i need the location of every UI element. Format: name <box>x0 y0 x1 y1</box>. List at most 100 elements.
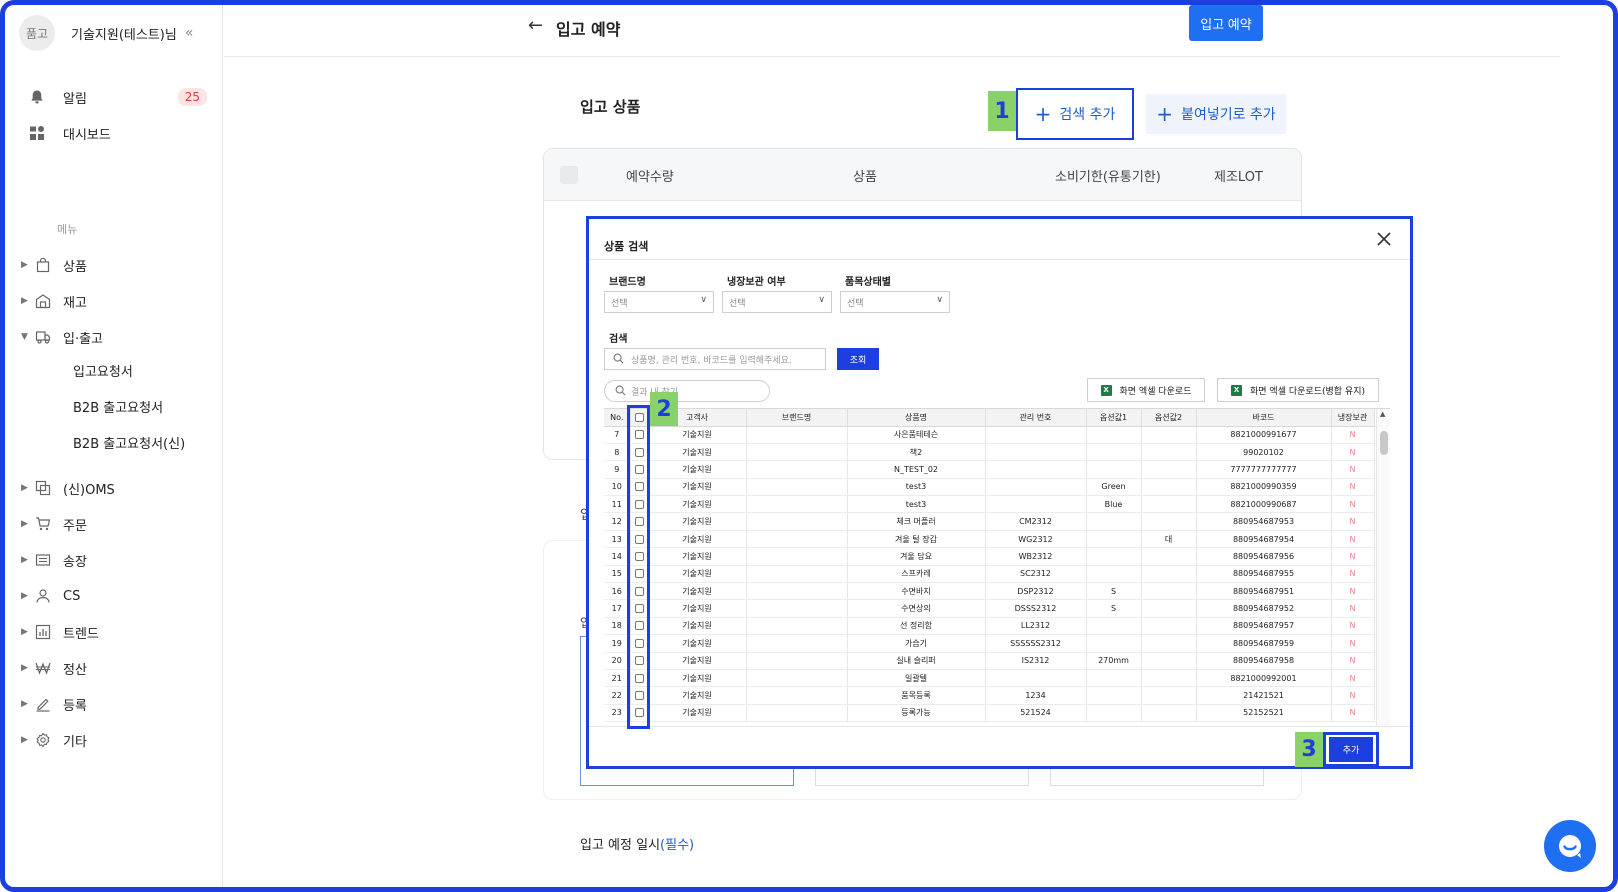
sidebar-item-register[interactable]: ▶ 등록 <box>21 686 211 722</box>
paste-add-button[interactable]: + 붙여넣기로 추가 <box>1146 94 1286 134</box>
back-arrow-icon[interactable]: ← <box>528 15 543 36</box>
row-select-cell[interactable] <box>630 652 649 670</box>
row-checkbox[interactable] <box>634 464 644 474</box>
row-select-cell[interactable] <box>630 547 649 566</box>
row-checkbox[interactable] <box>634 551 644 561</box>
table-row[interactable]: 18 기술지원 선 정리함 LL2312 880954687957 N <box>604 617 1375 636</box>
row-checkbox[interactable] <box>634 499 644 509</box>
row-checkbox[interactable] <box>634 534 644 544</box>
row-select-cell[interactable] <box>630 617 649 636</box>
sidebar-item-products[interactable]: ▶ 상품 <box>21 247 211 283</box>
nav-item-dashboard[interactable]: 대시보드 <box>27 115 207 151</box>
chat-button[interactable] <box>1544 820 1596 872</box>
cell-client: 기술지원 <box>648 443 747 462</box>
table-row[interactable]: 22 기술지원 품목등록 1234 21421521 N <box>604 686 1375 705</box>
search-add-label: 검색 추가 <box>1059 107 1116 123</box>
table-row[interactable]: 9 기술지원 N_TEST_02 7777777777777 N <box>604 460 1375 479</box>
table-row[interactable]: 10 기술지원 test3 Green 8821000990359 N <box>604 478 1375 497</box>
table-row[interactable]: 14 기술지원 겨울 담요 WB2312 880954687956 N <box>604 547 1375 566</box>
inbound-reservation-button[interactable]: 입고 예약 <box>1189 5 1263 41</box>
table-row[interactable]: 17 기술지원 수면상의 DSSS2312 S 880954687952 N <box>604 599 1375 618</box>
row-checkbox[interactable] <box>634 569 644 579</box>
table-row[interactable]: 16 기술지원 수면바지 DSP2312 S 880954687951 N <box>604 582 1375 601</box>
sidebar-item-orders[interactable]: ▶ 주문 <box>21 506 211 542</box>
add-button[interactable]: 추가 <box>1329 737 1373 762</box>
cell-brand <box>746 617 848 636</box>
table-row[interactable]: 11 기술지원 test3 Blue 8821000990687 N <box>604 495 1375 514</box>
vertical-scrollbar[interactable]: ▲ <box>1376 409 1390 726</box>
row-checkbox[interactable] <box>634 708 644 718</box>
row-checkbox[interactable] <box>634 691 644 701</box>
sidebar-item-oms[interactable]: ▶ (신)OMS <box>21 470 211 506</box>
table-row[interactable]: 8 기술지원 책2 99020102 N <box>604 443 1375 462</box>
row-select-cell[interactable] <box>630 704 649 723</box>
cell-no: 23 <box>604 704 631 723</box>
modal-title: 상품 검색 <box>604 240 649 253</box>
page-title: 입고 예약 <box>556 20 621 39</box>
collapse-sidebar-icon[interactable]: « <box>185 25 194 41</box>
sidebar-item-trend[interactable]: ▶ 트렌드 <box>21 614 211 650</box>
select-all-cell[interactable] <box>630 409 649 427</box>
row-checkbox[interactable] <box>634 482 644 492</box>
row-checkbox[interactable] <box>634 673 644 683</box>
excel-download-merged-button[interactable]: X 화면 엑셀 다운로드(병합 유지) <box>1217 378 1379 402</box>
row-select-cell[interactable] <box>630 495 649 514</box>
search-add-button[interactable]: + 검색 추가 <box>1016 88 1134 140</box>
excel-download-button[interactable]: X 화면 엑셀 다운로드 <box>1087 378 1205 402</box>
table-row[interactable]: 20 기술지원 실내 슬리퍼 IS2312 270mm 880954687958 N <box>604 652 1375 670</box>
table-row[interactable]: 19 기술지원 가습기 SSSSSS2312 880954687959 N <box>604 634 1375 653</box>
table-row[interactable]: 15 기술지원 스프카레 SC2312 880954687955 N <box>604 565 1375 584</box>
search-input[interactable]: 상품명, 관리 번호, 바코드를 입력해주세요. <box>604 348 826 370</box>
sidebar-item-inventory[interactable]: ▶ 재고 <box>21 283 211 319</box>
row-select-cell[interactable] <box>630 634 649 653</box>
cell-opt2 <box>1141 599 1197 618</box>
row-checkbox[interactable] <box>634 621 644 631</box>
cell-code <box>985 669 1087 688</box>
brand-select[interactable]: 선택 ∨ <box>604 291 714 313</box>
result-filter-input[interactable]: 결과 내 찾기 <box>604 380 770 402</box>
sidebar-subitem-inbound-request[interactable]: 입고요청서 <box>21 355 211 391</box>
row-select-cell[interactable] <box>630 512 649 531</box>
row-checkbox[interactable] <box>634 447 644 457</box>
select-all-checkbox[interactable] <box>634 412 644 422</box>
sidebar-item-inbound-outbound[interactable]: ▼ 입·출고 <box>21 319 211 355</box>
table-row[interactable]: 13 기술지원 겨울 털 장갑 WG2312 대 880954687954 N <box>604 530 1375 549</box>
row-select-cell[interactable] <box>630 443 649 462</box>
row-select-cell[interactable] <box>630 686 649 705</box>
row-select-cell[interactable] <box>630 565 649 584</box>
sidebar-item-cs[interactable]: ▶ CS <box>21 578 211 614</box>
sidebar-subitem-b2b-outbound-new[interactable]: B2B 출고요청서(신) <box>21 427 211 463</box>
query-button[interactable]: 조회 <box>837 348 879 370</box>
table-row[interactable]: 12 기술지원 체크 머플러 CM2312 880954687953 N <box>604 512 1375 531</box>
avatar[interactable]: 품고 <box>19 15 55 51</box>
table-row[interactable]: 23 기술지원 등록가능 521524 52152521 N <box>604 704 1375 723</box>
cold-storage-select[interactable]: 선택 ∨ <box>722 291 832 313</box>
nav-item-notifications[interactable]: 알림 25 <box>27 79 207 115</box>
close-icon[interactable] <box>1374 229 1394 249</box>
row-select-cell[interactable] <box>630 599 649 618</box>
table-row[interactable]: 7 기술지원 사은품테테슨 8821000991677 N <box>604 426 1375 444</box>
row-select-cell[interactable] <box>630 426 649 444</box>
select-all-checkbox[interactable] <box>560 166 578 184</box>
table-row[interactable]: 21 기술지원 일괄텔 8821000992001 N <box>604 669 1375 688</box>
sidebar-item-settlement[interactable]: ▶ 정산 <box>21 650 211 686</box>
sidebar-subitem-b2b-outbound[interactable]: B2B 출고요청서 <box>21 391 211 427</box>
row-checkbox[interactable] <box>634 517 644 527</box>
sidebar-item-etc[interactable]: ▶ 기타 <box>21 722 211 758</box>
row-checkbox[interactable] <box>634 430 644 440</box>
row-select-cell[interactable] <box>630 530 649 549</box>
scroll-up-arrow-icon[interactable]: ▲ <box>1380 410 1385 418</box>
row-checkbox[interactable] <box>634 656 644 666</box>
row-checkbox[interactable] <box>634 638 644 648</box>
row-select-cell[interactable] <box>630 582 649 601</box>
row-select-cell[interactable] <box>630 669 649 688</box>
sidebar-item-invoice[interactable]: ▶ 송장 <box>21 542 211 578</box>
row-checkbox[interactable] <box>634 586 644 596</box>
cart-icon <box>33 514 53 534</box>
row-checkbox[interactable] <box>634 604 644 614</box>
scrollbar-thumb[interactable] <box>1380 431 1388 455</box>
row-select-cell[interactable] <box>630 478 649 497</box>
row-select-cell[interactable] <box>630 460 649 479</box>
cell-barcode: 880954687957 <box>1196 617 1332 636</box>
item-status-select[interactable]: 선택 ∨ <box>840 291 950 313</box>
